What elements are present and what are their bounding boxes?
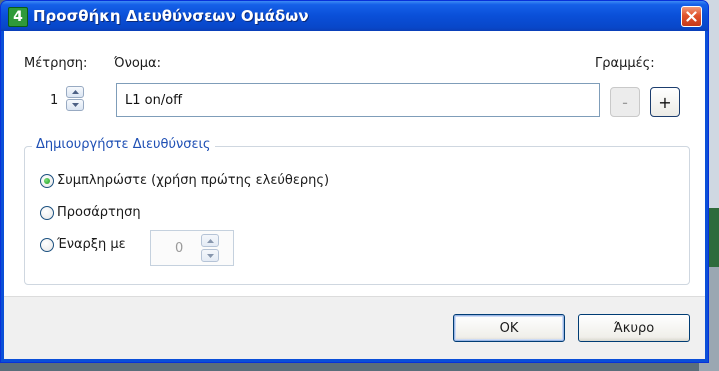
dialog-window: 4 Προσθήκη Διευθύνσεων Ομάδων Μέτρηση: Ό… (0, 0, 709, 363)
radio-label: Έναρξη με (57, 237, 126, 252)
radio-button[interactable] (40, 237, 54, 252)
radio-label: Προσάρτηση (57, 205, 141, 220)
start-value: 0 (175, 241, 184, 256)
radio-fill-first-free[interactable]: Συμπληρώστε (χρήση πρώτης ελεύθερης) (40, 173, 329, 188)
cancel-button[interactable]: Άκυρο (578, 314, 690, 342)
name-label: Όνομα: (114, 56, 161, 71)
close-button[interactable] (681, 6, 702, 27)
dialog-body: Μέτρηση: Όνομα: Γραμμές: 1 - + Δημιουργή… (4, 31, 705, 359)
count-label: Μέτρηση: (24, 56, 88, 71)
dialog-footer: OK Άκυρο (4, 296, 705, 359)
close-icon (686, 11, 697, 22)
count-stepper[interactable]: 1 (24, 83, 96, 117)
radio-button[interactable] (40, 205, 54, 220)
radio-button-checked[interactable] (40, 173, 54, 188)
lines-label: Γραμμές: (595, 56, 655, 71)
add-line-button[interactable]: + (650, 87, 680, 117)
radio-start-with[interactable]: Έναρξη με (40, 237, 126, 252)
arrow-down-icon (206, 253, 214, 258)
arrow-up-icon (71, 90, 79, 94)
remove-line-button[interactable]: - (610, 87, 640, 117)
title-bar[interactable]: 4 Προσθήκη Διευθύνσεων Ομάδων (1, 1, 708, 31)
dialog-title: Προσθήκη Διευθύνσεων Ομάδων (33, 7, 309, 25)
arrow-up-icon (206, 238, 214, 243)
arrow-down-icon (71, 103, 79, 107)
count-spinner[interactable] (66, 86, 84, 111)
count-value: 1 (50, 93, 59, 108)
radio-label: Συμπληρώστε (χρήση πρώτης ελεύθερης) (57, 173, 330, 188)
app-icon: 4 (8, 7, 28, 27)
count-up-button[interactable] (66, 86, 84, 98)
start-with-stepper[interactable]: 0 (150, 230, 234, 266)
radio-append[interactable]: Προσάρτηση (40, 205, 141, 220)
ok-button[interactable]: OK (453, 314, 565, 342)
name-input[interactable] (116, 83, 600, 117)
start-down-button[interactable] (201, 249, 219, 262)
addresses-group-legend: Δημιουργήστε Διευθύνσεις (32, 137, 215, 152)
start-up-button[interactable] (201, 234, 219, 247)
count-down-button[interactable] (66, 99, 84, 111)
start-spinner[interactable] (201, 234, 219, 262)
